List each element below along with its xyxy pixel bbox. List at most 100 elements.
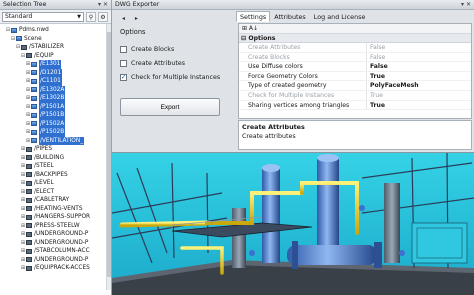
tree-item[interactable]: ⊞/D1201 (0, 68, 111, 77)
property-name: Type of created geometry (239, 81, 367, 90)
property-row[interactable]: Force Geometry Colors True (239, 71, 471, 82)
geometry-icon (31, 112, 37, 118)
tree-item[interactable]: ⊞/BUILDING (0, 154, 111, 163)
geometry-icon (31, 129, 37, 135)
tree-item[interactable]: ⊞/P1502A (0, 119, 111, 128)
settings-icon[interactable]: ⚙ (98, 11, 108, 22)
property-value[interactable]: False (367, 62, 388, 71)
property-row[interactable]: Use Diffuse colors False (239, 62, 471, 72)
tree-item[interactable]: ⊞/PIPES (0, 145, 111, 154)
categorize-icon[interactable]: ⊞ A↓ (242, 25, 258, 32)
tree-item[interactable]: ⊞/EQUIPRACK-ACCES (0, 264, 111, 273)
tree-item-label: /HEATING-VENTS (34, 205, 83, 212)
exporter-close-icon[interactable]: ▾ ✕ (461, 0, 471, 10)
group-icon (21, 44, 27, 50)
tree-item[interactable]: ⊞/UNDERGROUND-P (0, 230, 111, 239)
tree-item[interactable]: ⊞/VENTILATION_ (0, 136, 111, 145)
geometry-icon (31, 138, 37, 144)
property-value[interactable]: True (367, 101, 385, 110)
tree-item[interactable]: ⊞/E1302A (0, 85, 111, 94)
property-row[interactable]: Sharing vertices among triangles True (239, 100, 471, 111)
properties-area: Settings Attributes Log and License ⊞ A↓ ⊟… (236, 10, 474, 152)
tree-item-label: Scene (24, 35, 42, 42)
options-title: Options (120, 28, 146, 36)
tree-scrollbar[interactable] (106, 24, 111, 290)
property-name: Sharing vertices among triangles (239, 100, 367, 110)
search-icon[interactable]: ⚲ (86, 11, 96, 22)
tree-view[interactable]: ⊟ Pdms.nwd ⊟ Scene ⊟/STABILIZER ⊟/EQUIP ⊞/E130… (0, 24, 111, 290)
tree-item-label: /VENTILATION_ (39, 136, 85, 145)
property-name: Create Attributes (239, 43, 367, 52)
checkbox-row[interactable]: Create Blocks (116, 42, 232, 56)
tree-item[interactable]: ⊞/UNDERGROUND-P (0, 256, 111, 265)
selection-tree-title-bar: Selection Tree ▾ ✕ (0, 0, 111, 10)
options-panel: ◂ ▸ Options Create Blocks Create Attribut… (116, 14, 232, 150)
property-value[interactable]: True (367, 72, 385, 81)
description-text: Create attributes (242, 133, 296, 140)
group-icon (26, 265, 32, 271)
tree-item[interactable]: ⊞/STABCOLUMN-ACC (0, 247, 111, 256)
tree-item-label: /STABILIZER (29, 44, 64, 50)
nav-arrows-icon[interactable]: ◂ ▸ (122, 15, 142, 22)
checkbox-row[interactable]: Create Attributes (116, 56, 232, 70)
tree-item[interactable]: ⊟ Scene (0, 35, 111, 44)
plant-model-render (112, 153, 474, 295)
group-icon (26, 240, 32, 246)
tree-item-label: Pdms.nwd (19, 27, 49, 33)
property-value[interactable]: False (367, 53, 385, 62)
tree-item-label: /HANGERS-SUPPOR (34, 214, 91, 220)
checkbox[interactable] (120, 59, 127, 67)
geometry-icon (31, 104, 37, 110)
tree-mode-select[interactable]: Standard ▼ (2, 11, 84, 22)
tab[interactable]: Attributes (270, 11, 310, 22)
tree-item[interactable]: ⊞/P1502B (0, 128, 111, 137)
property-row[interactable]: Create Blocks False (239, 52, 471, 63)
category-options[interactable]: ⊟ Options (239, 34, 471, 43)
tree-item[interactable]: ⊞/P1501B (0, 111, 111, 120)
tree-item[interactable]: ⊞/E1301 (0, 60, 111, 69)
tab[interactable]: Log and License (310, 11, 370, 22)
tree-item[interactable]: ⊞/PRESS-STEELW (0, 222, 111, 231)
tree-item[interactable]: ⊞/BACKPIPES (0, 171, 111, 180)
tree-item[interactable]: ⊞/HANGERS-SUPPOR (0, 213, 111, 222)
pane-close-icon[interactable]: ▾ ✕ (98, 0, 108, 10)
tree-item-label: /EQUIP (34, 52, 54, 59)
property-value[interactable]: True (367, 91, 383, 100)
geometry-icon (31, 61, 37, 67)
tree-item[interactable]: ⊟/EQUIP (0, 52, 111, 61)
tree-item[interactable]: ⊞/CABLETRAY (0, 196, 111, 205)
checkbox[interactable] (120, 73, 127, 81)
tree-item[interactable]: ⊞/HEATING-VENTS (0, 205, 111, 214)
tree-item[interactable]: ⊞/P1501A (0, 102, 111, 111)
property-row[interactable]: Create Attributes False (239, 43, 471, 53)
tab[interactable]: Settings (236, 11, 271, 22)
group-icon (26, 155, 32, 161)
tree-item-label: /UNDERGROUND-P (34, 231, 89, 237)
tree-item[interactable]: ⊞/LEVEL (0, 179, 111, 188)
scrollbar-thumb[interactable] (107, 32, 111, 277)
group-icon (26, 206, 32, 212)
checkbox[interactable] (120, 45, 127, 53)
property-value[interactable]: PolyFaceMesh (367, 81, 419, 90)
group-icon (26, 146, 32, 152)
property-value[interactable]: False (367, 43, 385, 52)
property-grid[interactable]: ⊞ A↓ ⊟ Options Create Attributes False Cre… (238, 23, 472, 119)
tree-item-label: /STEEL (34, 163, 54, 169)
tree-item[interactable]: ⊞/C1101 (0, 77, 111, 86)
geometry-icon (16, 36, 22, 42)
checkbox-label: Create Attributes (131, 59, 186, 67)
tree-item-label: /P1501B (39, 111, 66, 120)
tree-item-label: /BACKPIPES (34, 171, 68, 178)
3d-viewport[interactable] (112, 152, 474, 295)
property-row[interactable]: Type of created geometry PolyFaceMesh (239, 81, 471, 91)
property-row[interactable]: Check for Multiple Instances True (239, 90, 471, 101)
tree-item[interactable]: ⊟ Pdms.nwd (0, 26, 111, 35)
checkbox-row[interactable]: Check for Multiple Instances (116, 70, 232, 84)
tree-item[interactable]: ⊞/STEEL (0, 162, 111, 171)
tree-item[interactable]: ⊞/ELECT (0, 188, 111, 197)
tree-item[interactable]: ⊞/UNDERGROUND-P (0, 239, 111, 248)
tree-item[interactable]: ⊞/E1302B (0, 94, 111, 103)
tree-item[interactable]: ⊟/STABILIZER (0, 43, 111, 52)
export-button[interactable]: Export (120, 98, 220, 116)
tree-item-label: /P1501A (39, 102, 66, 111)
